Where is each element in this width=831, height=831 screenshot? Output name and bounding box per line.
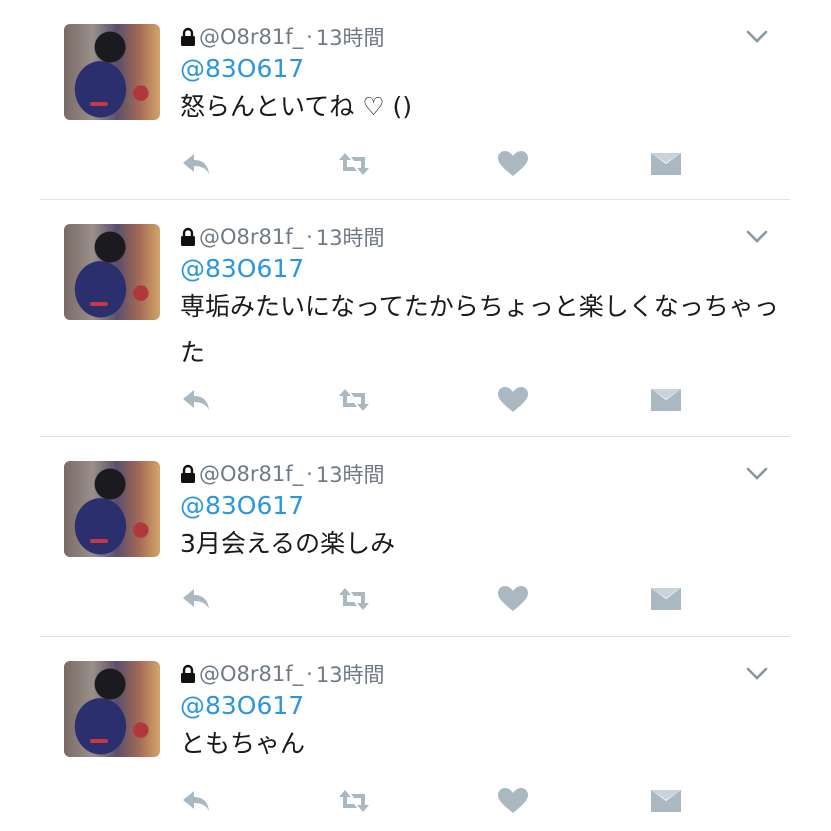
separator: ·: [306, 462, 313, 486]
tweet-header: @O8r81f_ · 13時間: [180, 459, 385, 489]
chevron-down-icon[interactable]: [746, 467, 768, 481]
user-handle[interactable]: @O8r81f_: [199, 662, 303, 686]
envelope-icon[interactable]: [650, 787, 682, 815]
chevron-down-icon[interactable]: [746, 230, 768, 244]
separator: ·: [306, 225, 313, 249]
avatar[interactable]: [64, 224, 160, 320]
lock-icon: [180, 664, 196, 684]
envelope-icon[interactable]: [650, 585, 682, 613]
lock-icon: [180, 27, 196, 47]
heart-icon[interactable]: [497, 386, 529, 414]
retweet-icon[interactable]: [338, 150, 370, 178]
lock-icon: [180, 227, 196, 247]
mention-link[interactable]: @83O617: [180, 691, 304, 720]
retweet-icon[interactable]: [338, 585, 370, 613]
envelope-icon[interactable]: [650, 150, 682, 178]
user-handle[interactable]: @O8r81f_: [199, 25, 303, 49]
heart-icon[interactable]: [497, 150, 529, 178]
separator: ·: [306, 25, 313, 49]
tweet-header: @O8r81f_ · 13時間: [180, 222, 385, 252]
user-handle[interactable]: @O8r81f_: [199, 225, 303, 249]
reply-icon[interactable]: [180, 386, 212, 414]
tweet-text: ともちゃん: [180, 729, 306, 758]
divider: [40, 199, 790, 200]
timestamp[interactable]: 13時間: [316, 459, 385, 489]
avatar[interactable]: [64, 461, 160, 557]
timestamp[interactable]: 13時間: [316, 222, 385, 252]
divider: [40, 436, 790, 437]
heart-icon[interactable]: [497, 787, 529, 815]
reply-icon[interactable]: [180, 585, 212, 613]
retweet-icon[interactable]: [338, 386, 370, 414]
avatar[interactable]: [64, 661, 160, 757]
tweet-text: 専垢みたいになってたからちょっと楽しくなっちゃった: [180, 292, 779, 367]
reply-icon[interactable]: [180, 150, 212, 178]
retweet-icon[interactable]: [338, 787, 370, 815]
reply-icon[interactable]: [180, 787, 212, 815]
separator: ·: [306, 662, 313, 686]
heart-icon[interactable]: [497, 585, 529, 613]
lock-icon: [180, 464, 196, 484]
mention-link[interactable]: @83O617: [180, 491, 304, 520]
chevron-down-icon[interactable]: [746, 667, 768, 681]
tweet-header: @O8r81f_ · 13時間: [180, 659, 385, 689]
chevron-down-icon[interactable]: [746, 30, 768, 44]
tweet-text: 3月会えるの楽しみ: [180, 529, 396, 558]
divider: [40, 636, 790, 637]
tweet-header: @O8r81f_ · 13時間: [180, 22, 385, 52]
avatar[interactable]: [64, 24, 160, 120]
timestamp[interactable]: 13時間: [316, 659, 385, 689]
envelope-icon[interactable]: [650, 386, 682, 414]
mention-link[interactable]: @83O617: [180, 54, 304, 83]
tweet-text: 怒らんといてね ♡ (): [180, 92, 413, 121]
user-handle[interactable]: @O8r81f_: [199, 462, 303, 486]
timestamp[interactable]: 13時間: [316, 22, 385, 52]
mention-link[interactable]: @83O617: [180, 254, 304, 283]
